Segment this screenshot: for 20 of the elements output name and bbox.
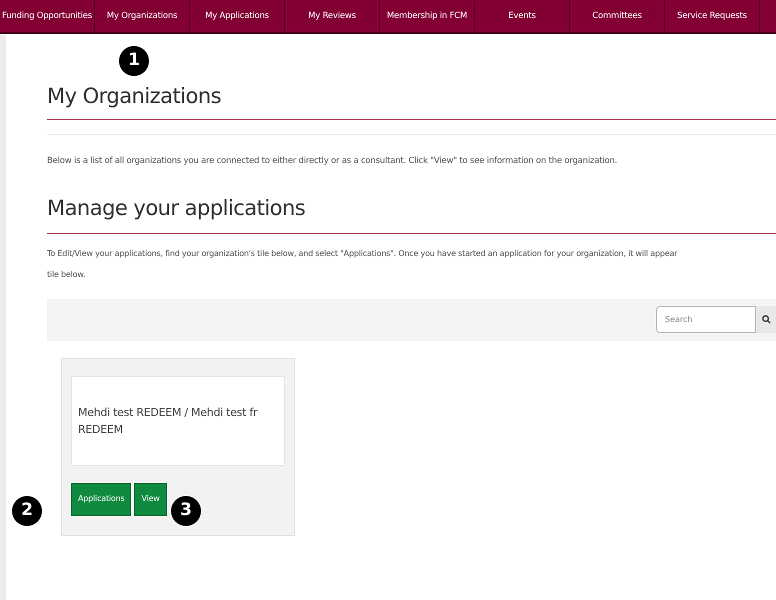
instructions-text: To Edit/View your applications, find your organization's tile below, and select "Applications". Once you have started an application for your organization, it will appear tile below. bbox=[47, 248, 678, 281]
nav-tab[interactable]: Funding Opportunities bbox=[0, 0, 95, 32]
nav-tab[interactable]: My Applications bbox=[190, 0, 285, 32]
section-title: Manage your applications bbox=[47, 198, 306, 219]
organization-name: Mehdi test REDEEM / Mehdi test fr REDEEM bbox=[78, 404, 258, 438]
nav-tab[interactable]: Committees bbox=[570, 0, 665, 32]
search-icon bbox=[762, 315, 770, 324]
callout-marker: 1 bbox=[119, 46, 149, 76]
tile-button[interactable]: Applications bbox=[71, 482, 132, 516]
callout-marker: 2 bbox=[12, 496, 42, 526]
intro-text: Below is a list of all organizations you are connected to either directly or as a consultant. Click "View" to see information on the organization. bbox=[47, 155, 618, 168]
nav-tab[interactable]: Membership in FCM bbox=[380, 0, 475, 32]
nav-tab[interactable]: Events bbox=[475, 0, 570, 32]
nav-tab[interactable]: My Reviews bbox=[285, 0, 380, 32]
page-title: My Organizations bbox=[47, 86, 222, 107]
tile-button[interactable]: View bbox=[134, 482, 167, 516]
nav-tab[interactable]: Service Requests bbox=[665, 0, 760, 32]
search-field[interactable]: Search bbox=[656, 306, 756, 334]
search-button[interactable] bbox=[756, 306, 776, 334]
nav-tab[interactable]: My Organizations bbox=[95, 0, 190, 32]
